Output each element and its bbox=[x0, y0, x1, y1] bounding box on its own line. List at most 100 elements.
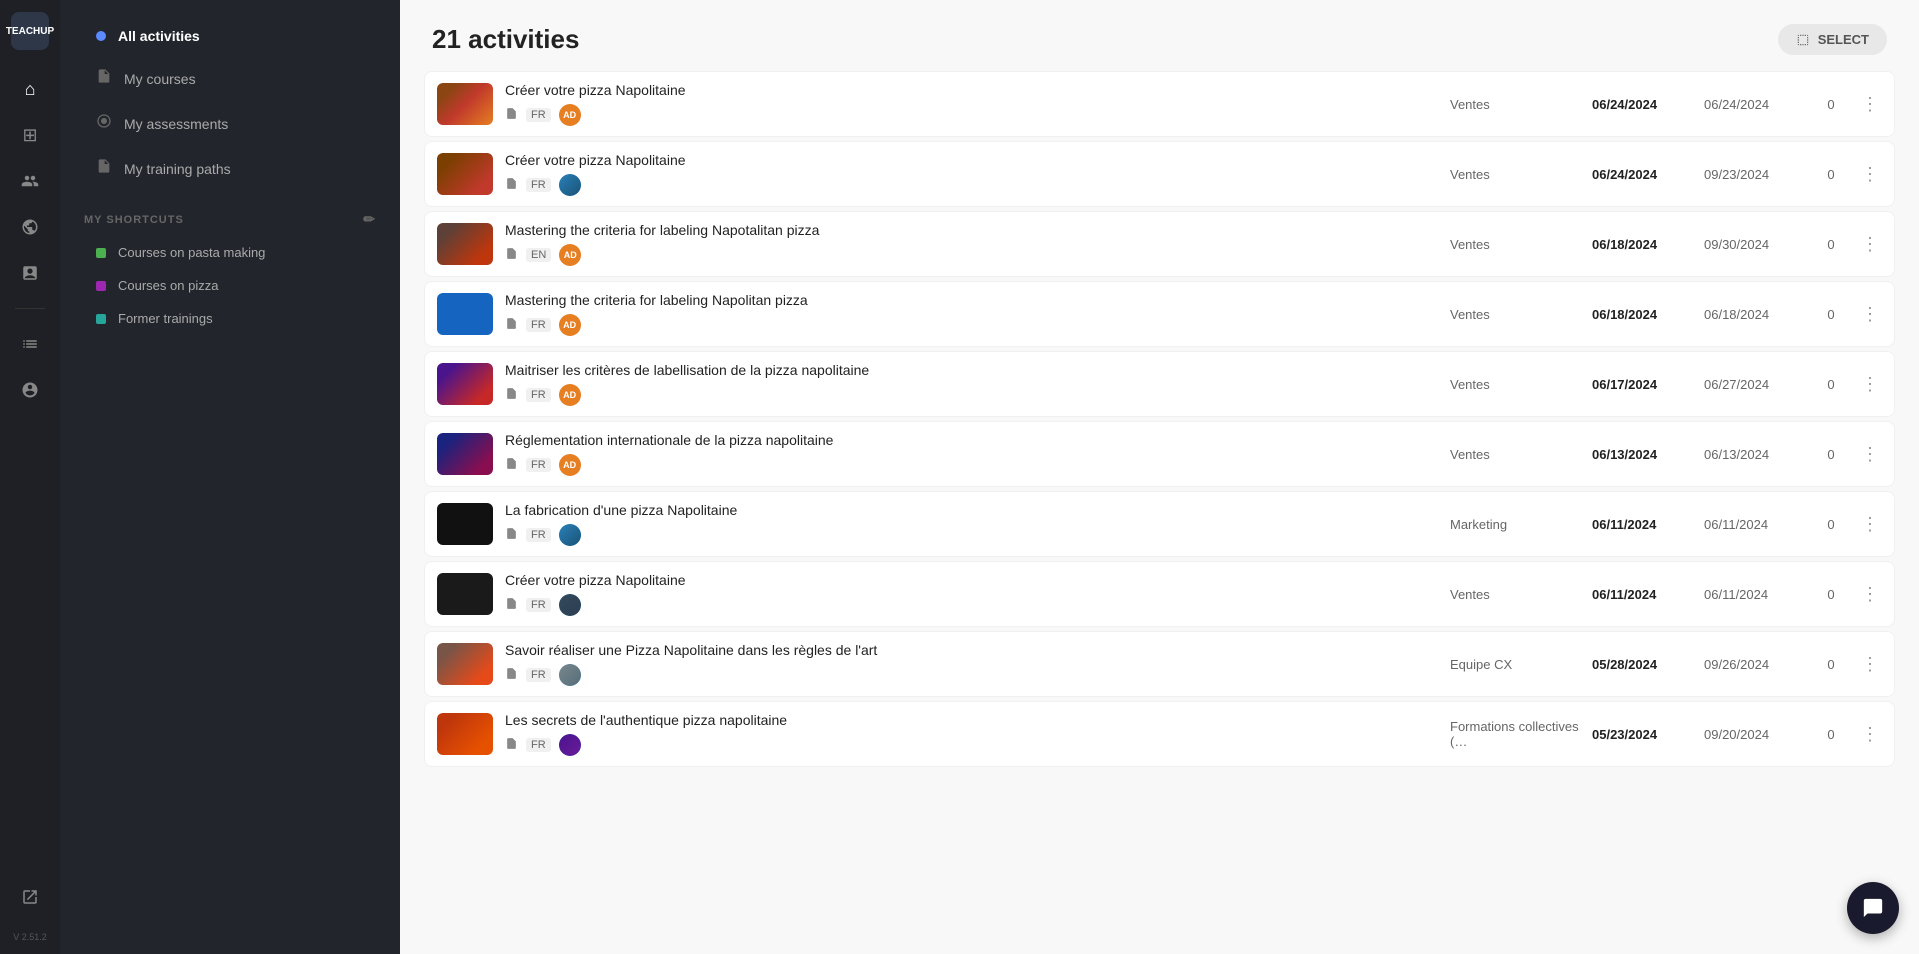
avatar: AD bbox=[559, 104, 581, 126]
table-row[interactable]: Créer votre pizza Napolitaine FR Ventes … bbox=[424, 141, 1895, 207]
activity-meta: EN AD bbox=[505, 244, 1438, 266]
activity-meta: FR bbox=[505, 664, 1438, 686]
table-row[interactable]: Les secrets de l'authentique pizza napol… bbox=[424, 701, 1895, 767]
activity-lang: FR bbox=[526, 108, 551, 122]
activity-end-date: 06/24/2024 bbox=[1704, 97, 1804, 112]
activity-menu-button[interactable]: ⋮ bbox=[1858, 444, 1882, 465]
shortcut-pasta[interactable]: Courses on pasta making bbox=[72, 237, 388, 268]
activity-menu-button[interactable]: ⋮ bbox=[1858, 234, 1882, 255]
select-button[interactable]: SELECT bbox=[1778, 24, 1887, 55]
sidebar-item-label: All activities bbox=[118, 28, 200, 44]
activity-menu-button[interactable]: ⋮ bbox=[1858, 724, 1882, 745]
activity-title: Créer votre pizza Napolitaine bbox=[505, 572, 1438, 588]
chat-button[interactable] bbox=[1847, 882, 1899, 934]
shortcut-pizza[interactable]: Courses on pizza bbox=[72, 270, 388, 301]
activity-lang: FR bbox=[526, 388, 551, 402]
activity-title: Mastering the criteria for labeling Napo… bbox=[505, 292, 1438, 308]
table-row[interactable]: Créer votre pizza Napolitaine FR AD Vent… bbox=[424, 71, 1895, 137]
export-icon[interactable] bbox=[11, 878, 49, 916]
activity-menu-button[interactable]: ⋮ bbox=[1858, 374, 1882, 395]
reports-icon[interactable] bbox=[11, 254, 49, 292]
table-row[interactable]: Créer votre pizza Napolitaine FR Ventes … bbox=[424, 561, 1895, 627]
shortcut-color-indicator bbox=[96, 281, 106, 291]
select-icon bbox=[1796, 33, 1810, 47]
analytics-icon[interactable] bbox=[11, 325, 49, 363]
activity-start-date: 06/13/2024 bbox=[1592, 447, 1692, 462]
app-logo: TEACHUP bbox=[11, 12, 49, 50]
activity-start-date: 06/18/2024 bbox=[1592, 237, 1692, 252]
course-type-icon bbox=[505, 317, 518, 333]
activity-lang: FR bbox=[526, 458, 551, 472]
activity-meta: FR AD bbox=[505, 104, 1438, 126]
activity-menu-button[interactable]: ⋮ bbox=[1858, 584, 1882, 605]
shortcut-label: Former trainings bbox=[118, 311, 213, 326]
users-icon[interactable] bbox=[11, 162, 49, 200]
activity-info: Les secrets de l'authentique pizza napol… bbox=[505, 712, 1438, 756]
activity-lang: EN bbox=[526, 248, 551, 262]
activity-start-date: 06/11/2024 bbox=[1592, 517, 1692, 532]
activity-title: Savoir réaliser une Pizza Napolitaine da… bbox=[505, 642, 1438, 658]
shortcut-former[interactable]: Former trainings bbox=[72, 303, 388, 334]
activity-title: Les secrets de l'authentique pizza napol… bbox=[505, 712, 1438, 728]
activity-lang: FR bbox=[526, 598, 551, 612]
table-row[interactable]: Maitriser les critères de labellisation … bbox=[424, 351, 1895, 417]
activity-count: 0 bbox=[1816, 727, 1846, 742]
activity-title: Mastering the criteria for labeling Napo… bbox=[505, 222, 1438, 238]
active-indicator bbox=[96, 31, 106, 41]
activity-category: Ventes bbox=[1450, 587, 1580, 602]
activity-menu-button[interactable]: ⋮ bbox=[1858, 654, 1882, 675]
shortcut-color-indicator bbox=[96, 248, 106, 258]
sidebar-item-my-assessments[interactable]: My assessments bbox=[72, 103, 388, 144]
version-label: V 2.51.2 bbox=[13, 932, 47, 942]
globe-icon[interactable] bbox=[11, 208, 49, 246]
shortcuts-edit-button[interactable]: ✏ bbox=[363, 211, 376, 228]
activity-menu-button[interactable]: ⋮ bbox=[1858, 514, 1882, 535]
activity-thumbnail bbox=[437, 293, 493, 335]
activity-count: 0 bbox=[1816, 447, 1846, 462]
activity-info: Mastering the criteria for labeling Napo… bbox=[505, 292, 1438, 336]
activity-menu-button[interactable]: ⋮ bbox=[1858, 94, 1882, 115]
course-type-icon bbox=[505, 177, 518, 193]
activity-menu-button[interactable]: ⋮ bbox=[1858, 304, 1882, 325]
shortcut-label: Courses on pasta making bbox=[118, 245, 265, 260]
activity-title: La fabrication d'une pizza Napolitaine bbox=[505, 502, 1438, 518]
table-row[interactable]: Réglementation internationale de la pizz… bbox=[424, 421, 1895, 487]
avatar: AD bbox=[559, 384, 581, 406]
activity-thumbnail bbox=[437, 223, 493, 265]
activity-count: 0 bbox=[1816, 237, 1846, 252]
activity-menu-button[interactable]: ⋮ bbox=[1858, 164, 1882, 185]
activity-category: Ventes bbox=[1450, 447, 1580, 462]
activity-lang: FR bbox=[526, 528, 551, 542]
dashboard-icon[interactable]: ⊞ bbox=[11, 116, 49, 154]
activity-end-date: 09/23/2024 bbox=[1704, 167, 1804, 182]
activity-count: 0 bbox=[1816, 307, 1846, 322]
activity-title: Maitriser les critères de labellisation … bbox=[505, 362, 1438, 378]
table-row[interactable]: Mastering the criteria for labeling Napo… bbox=[424, 211, 1895, 277]
activity-info: Mastering the criteria for labeling Napo… bbox=[505, 222, 1438, 266]
activity-thumbnail bbox=[437, 433, 493, 475]
table-row[interactable]: Mastering the criteria for labeling Napo… bbox=[424, 281, 1895, 347]
sidebar-item-my-training-paths[interactable]: My training paths bbox=[72, 148, 388, 189]
activity-meta: FR bbox=[505, 174, 1438, 196]
activity-end-date: 06/18/2024 bbox=[1704, 307, 1804, 322]
table-row[interactable]: Savoir réaliser une Pizza Napolitaine da… bbox=[424, 631, 1895, 697]
main-header: 21 activities SELECT bbox=[400, 0, 1919, 71]
activity-info: Maitriser les critères de labellisation … bbox=[505, 362, 1438, 406]
activity-start-date: 06/24/2024 bbox=[1592, 97, 1692, 112]
activity-info: La fabrication d'une pizza Napolitaine F… bbox=[505, 502, 1438, 546]
activity-title: Créer votre pizza Napolitaine bbox=[505, 82, 1438, 98]
activity-thumbnail bbox=[437, 363, 493, 405]
activity-category: Ventes bbox=[1450, 307, 1580, 322]
sidebar-item-all-activities[interactable]: All activities bbox=[72, 18, 388, 54]
activities-list: Créer votre pizza Napolitaine FR AD Vent… bbox=[400, 71, 1919, 954]
activity-category: Formations collectives (… bbox=[1450, 719, 1580, 749]
avatar bbox=[559, 594, 581, 616]
table-row[interactable]: La fabrication d'une pizza Napolitaine F… bbox=[424, 491, 1895, 557]
activity-start-date: 06/18/2024 bbox=[1592, 307, 1692, 322]
sidebar-item-my-courses[interactable]: My courses bbox=[72, 58, 388, 99]
admin-icon[interactable] bbox=[11, 371, 49, 409]
activity-start-date: 06/24/2024 bbox=[1592, 167, 1692, 182]
course-type-icon bbox=[505, 387, 518, 403]
home-icon[interactable]: ⌂ bbox=[11, 70, 49, 108]
activity-thumbnail bbox=[437, 153, 493, 195]
